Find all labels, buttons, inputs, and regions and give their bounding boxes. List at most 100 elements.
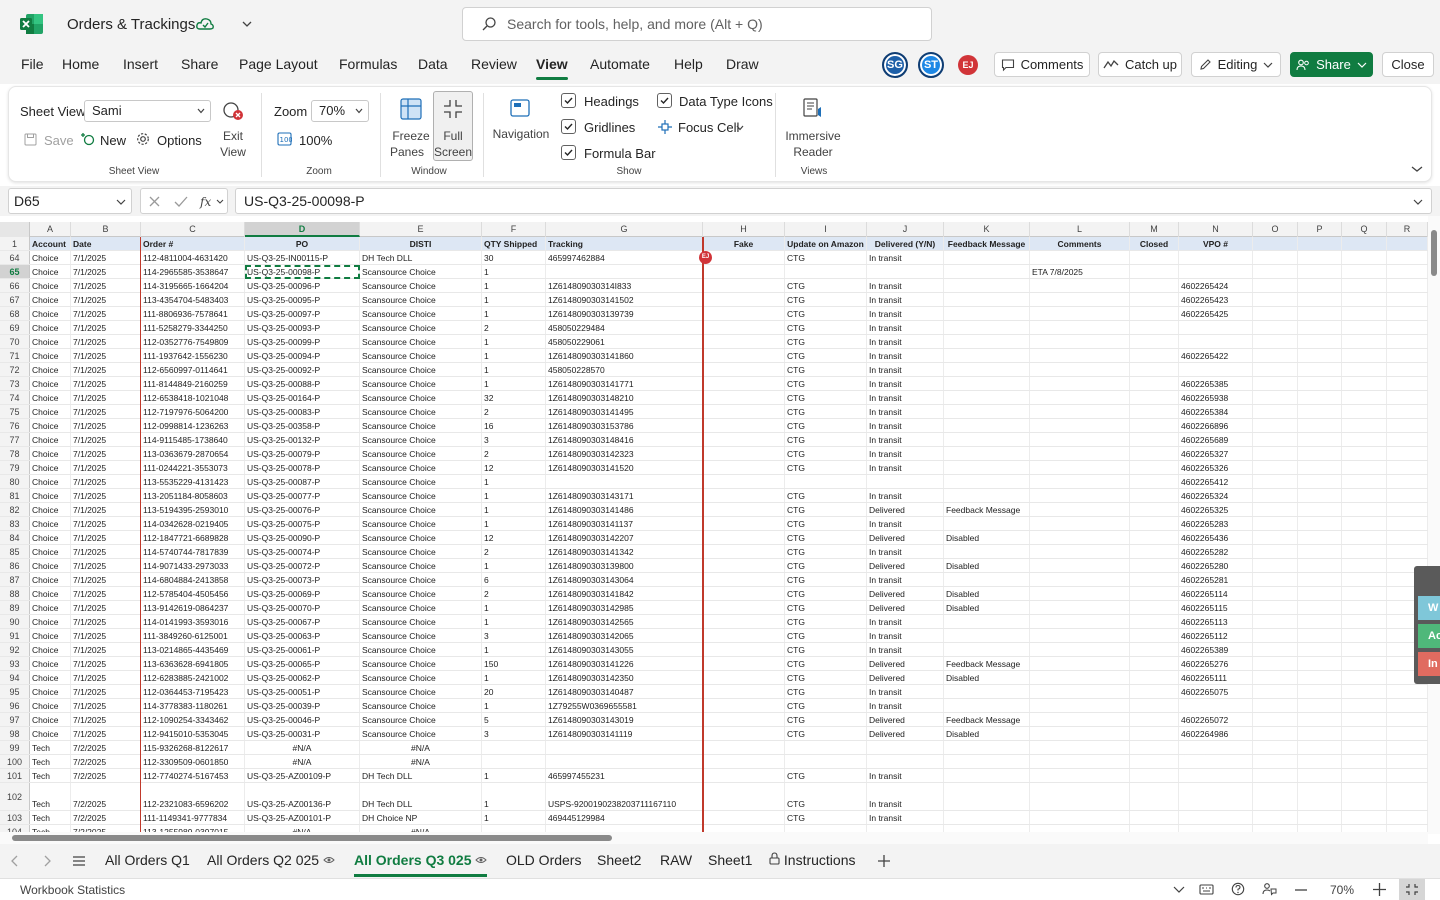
cell[interactable] [1342,741,1387,754]
cell[interactable] [1298,685,1342,698]
row-header[interactable]: 79 [0,461,30,474]
cell[interactable] [1030,377,1130,390]
column-header-p[interactable]: P [1298,222,1342,237]
cell[interactable]: US-Q3-25-00069-P [245,587,360,600]
cell[interactable] [1342,321,1387,334]
cell[interactable]: 113-6363628-6941805 [141,657,245,670]
cell[interactable]: Choice [30,363,71,376]
cell[interactable] [703,643,785,656]
cell[interactable]: 7/2/2025 [71,811,141,824]
cell[interactable] [1130,293,1179,306]
cell[interactable] [1298,657,1342,670]
cell[interactable]: Choice [30,713,71,726]
cell[interactable] [1298,307,1342,320]
column-title-cell[interactable]: QTY Shipped [482,237,546,250]
cell[interactable] [703,377,785,390]
cell[interactable]: Choice [30,279,71,292]
sheet-tab-all-orders-q3[interactable]: All Orders Q3 025 [354,852,488,877]
cell[interactable]: 7/1/2025 [71,265,141,278]
cell[interactable] [1130,279,1179,292]
column-title-cell[interactable]: Feedback Message [944,237,1030,250]
cell[interactable] [1342,713,1387,726]
feedback-icon[interactable] [1262,882,1277,896]
cell[interactable]: CTG [785,727,867,740]
cell[interactable]: Scansource Choice [360,699,482,712]
cell[interactable]: CTG [785,503,867,516]
cell[interactable] [703,587,785,600]
cell[interactable] [1253,265,1298,278]
cell[interactable]: CTG [785,517,867,530]
cell[interactable] [944,475,1030,488]
tab-view[interactable]: View [536,56,568,80]
cell[interactable] [1387,349,1428,362]
cell[interactable]: 111-1937642-1556230 [141,349,245,362]
cell[interactable]: 112-2321083-6596202 [141,783,245,810]
cell[interactable] [1030,335,1130,348]
cell[interactable]: CTG [785,811,867,824]
cell[interactable]: 7/2/2025 [71,783,141,810]
cell[interactable]: In transit [867,293,944,306]
cell[interactable] [1030,531,1130,544]
column-header-c[interactable]: C [141,222,245,237]
tab-home[interactable]: Home [62,56,99,72]
cell[interactable] [1130,769,1179,782]
column-title-cell[interactable]: DISTI [360,237,482,250]
cell[interactable]: 112-3309509-0601850 [141,755,245,768]
cell[interactable]: Scansource Choice [360,517,482,530]
cell[interactable] [1342,825,1387,832]
cell[interactable] [1030,293,1130,306]
cell[interactable]: Scansource Choice [360,643,482,656]
cell[interactable]: 1Z6148090303141502 [546,293,703,306]
cell[interactable]: 1Z6148090303141119 [546,727,703,740]
cell[interactable] [867,755,944,768]
cell[interactable] [482,825,546,832]
cell[interactable] [1030,741,1130,754]
cell[interactable]: US-Q3-25-00063-P [245,629,360,642]
cell[interactable] [1342,461,1387,474]
cell[interactable]: 112-0998814-1236263 [141,419,245,432]
cell[interactable]: #N/A [360,755,482,768]
cell[interactable]: 7/1/2025 [71,293,141,306]
confirm-icon[interactable] [174,195,188,208]
cell[interactable] [944,489,1030,502]
tab-help[interactable]: Help [674,56,703,72]
cell[interactable]: 113-1255989-0397015 [141,825,245,832]
cell[interactable] [1179,363,1253,376]
exit-view-button-line2[interactable]: View [215,145,251,159]
cell[interactable]: In transit [867,615,944,628]
cell[interactable] [1298,335,1342,348]
cell[interactable] [944,377,1030,390]
cell[interactable]: 111-1149341-9777834 [141,811,245,824]
cell[interactable]: 7/1/2025 [71,685,141,698]
cell[interactable]: CTG [785,461,867,474]
cell[interactable]: 7/1/2025 [71,279,141,292]
column-title-cell[interactable]: Account [30,237,71,250]
cell[interactable]: 7/1/2025 [71,349,141,362]
cell[interactable] [944,321,1030,334]
add-sheet-icon[interactable] [877,854,891,868]
cell[interactable] [944,685,1030,698]
cell[interactable]: 7/1/2025 [71,433,141,446]
cell[interactable]: 20 [482,685,546,698]
cell[interactable] [1387,783,1428,810]
cell[interactable]: DH Choice NP [360,811,482,824]
cell[interactable] [1387,363,1428,376]
cell[interactable] [1030,601,1130,614]
cell[interactable]: US-Q3-25-00095-P [245,293,360,306]
cell[interactable] [1387,461,1428,474]
cell[interactable]: 111-3849260-6125001 [141,629,245,642]
cell[interactable] [1298,391,1342,404]
cell[interactable] [703,489,785,502]
cell[interactable] [1179,755,1253,768]
cell[interactable] [1030,489,1130,502]
row-header[interactable]: 74 [0,391,30,404]
insert-function-icon[interactable]: fx [199,194,225,210]
cell[interactable]: CTG [785,713,867,726]
cell[interactable]: In transit [867,279,944,292]
cell[interactable] [703,447,785,460]
cell[interactable] [703,279,785,292]
cell[interactable] [1298,713,1342,726]
cell[interactable]: In transit [867,489,944,502]
cell[interactable]: Scansource Choice [360,461,482,474]
cell[interactable] [944,405,1030,418]
